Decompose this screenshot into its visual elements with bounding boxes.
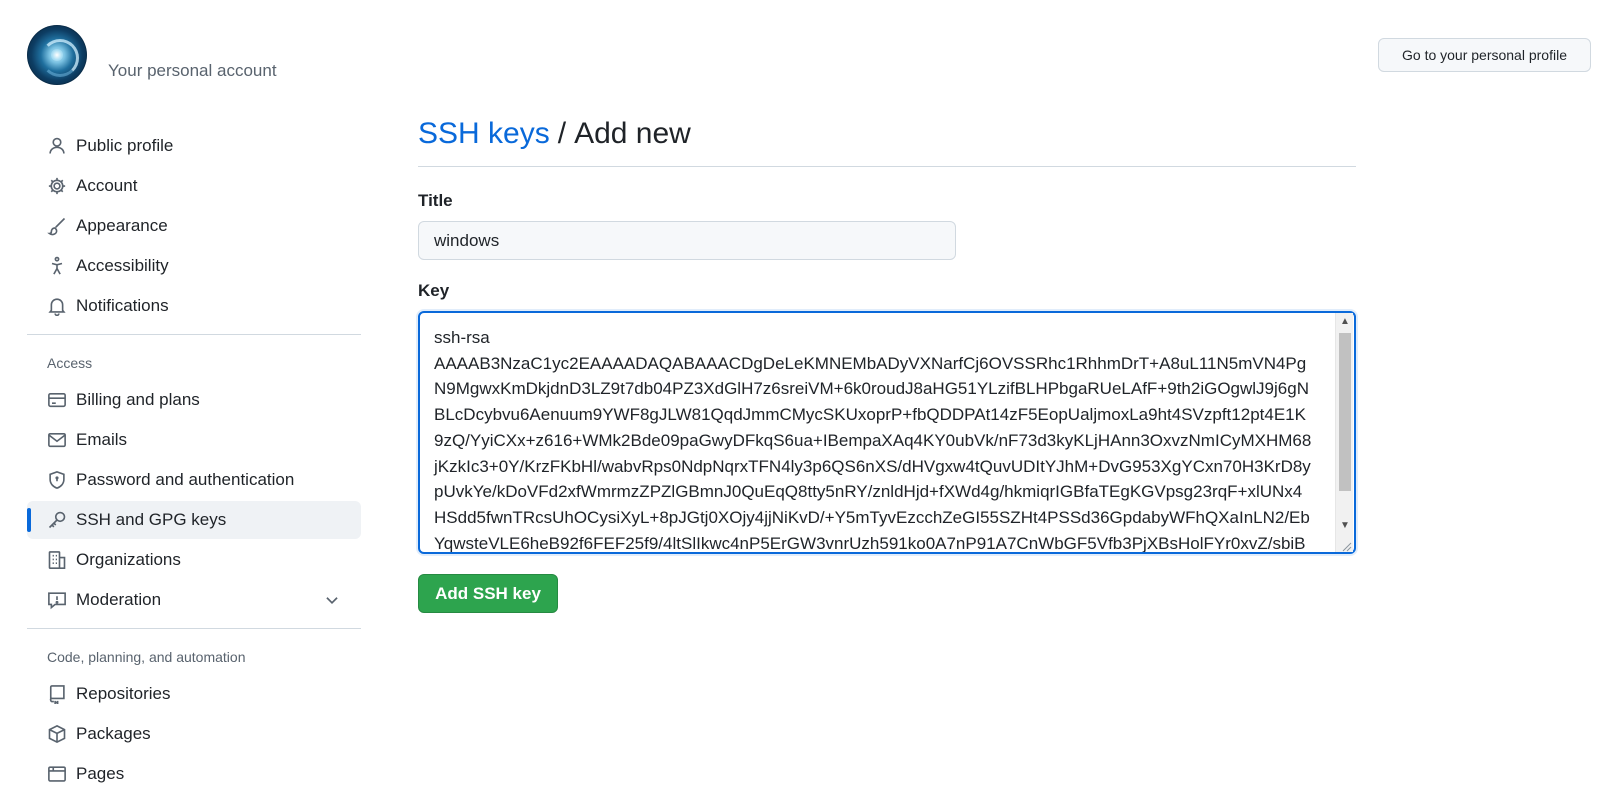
sidebar-item-billing[interactable]: Billing and plans — [27, 381, 361, 419]
sidebar-item-pages[interactable]: Pages — [27, 755, 361, 793]
sidebar-item-repositories[interactable]: Repositories — [27, 675, 361, 713]
sidebar-item-moderation[interactable]: Moderation — [27, 581, 361, 619]
sidebar-item-label: Billing and plans — [76, 390, 200, 409]
key-icon — [47, 510, 67, 530]
sidebar-item-label: Appearance — [76, 216, 168, 235]
accessibility-icon — [47, 256, 67, 276]
page-title: SSH keys / Add new — [418, 115, 1356, 167]
sidebar-divider — [27, 628, 361, 629]
mail-icon — [47, 430, 67, 450]
sidebar-item-label: Moderation — [76, 590, 162, 609]
organization-icon — [47, 550, 67, 570]
sidebar-item-notifications[interactable]: Notifications — [27, 287, 361, 325]
avatar[interactable] — [27, 25, 87, 85]
scroll-down-icon[interactable]: ▼ — [1339, 520, 1351, 532]
sidebar-item-organizations[interactable]: Organizations — [27, 541, 361, 579]
title-input[interactable] — [418, 221, 956, 260]
sidebar-item-label: Emails — [76, 430, 128, 449]
sidebar-item-emails[interactable]: Emails — [27, 421, 361, 459]
sidebar-section-code: Code, planning, and automation — [47, 649, 246, 665]
key-label: Key — [418, 281, 450, 300]
shield-lock-icon — [47, 470, 67, 490]
account-label: Your personal account — [108, 61, 277, 80]
credit-card-icon — [47, 390, 67, 410]
settings-sidebar: Public profile Account Appearance Access… — [27, 127, 361, 795]
key-textarea-scrollbar[interactable]: ▲ ▼ — [1335, 313, 1353, 552]
sidebar-item-ssh-gpg-keys[interactable]: SSH and GPG keys — [27, 501, 361, 539]
breadcrumb-current: Add new — [574, 117, 691, 150]
sidebar-item-appearance[interactable]: Appearance — [27, 207, 361, 245]
bell-icon — [47, 296, 67, 316]
package-icon — [47, 724, 67, 744]
title-label: Title — [418, 191, 453, 210]
chevron-down-icon[interactable] — [323, 591, 341, 609]
sidebar-item-label: Pages — [76, 764, 125, 783]
sidebar-item-password-auth[interactable]: Password and authentication — [27, 461, 361, 499]
breadcrumb-separator: / — [557, 117, 567, 150]
repo-icon — [47, 684, 67, 704]
sidebar-item-label: Organizations — [76, 550, 181, 569]
sidebar-item-packages[interactable]: Packages — [27, 715, 361, 753]
browser-icon — [47, 764, 67, 784]
gear-icon — [47, 176, 67, 196]
scroll-thumb[interactable] — [1339, 333, 1351, 491]
sidebar-item-label: Public profile — [76, 136, 174, 155]
person-icon — [47, 136, 67, 156]
sidebar-item-label: Password and authentication — [76, 470, 295, 489]
sidebar-item-public-profile[interactable]: Public profile — [27, 127, 361, 165]
main-content: SSH keys / Add new Title Key ssh-rsa AAA… — [418, 115, 1356, 613]
sidebar-item-label: Repositories — [76, 684, 171, 703]
paintbrush-icon — [47, 216, 67, 236]
sidebar-section-access: Access — [47, 355, 93, 371]
resize-grip-icon[interactable] — [1340, 539, 1352, 552]
sidebar-divider — [27, 334, 361, 335]
scroll-up-icon[interactable]: ▲ — [1339, 316, 1351, 328]
sidebar-item-label: Account — [76, 176, 138, 195]
sidebar-item-label: Accessibility — [76, 256, 169, 275]
go-to-profile-button[interactable]: Go to your personal profile — [1378, 38, 1591, 72]
sidebar-item-label: SSH and GPG keys — [76, 510, 227, 529]
sidebar-item-label: Packages — [76, 724, 151, 743]
key-textarea[interactable]: ssh-rsa AAAAB3NzaC1yc2EAAAADAQABAAACDgDe… — [418, 311, 1356, 554]
sidebar-item-accessibility[interactable]: Accessibility — [27, 247, 361, 285]
report-icon — [47, 590, 67, 610]
sidebar-item-label: Notifications — [76, 296, 169, 315]
add-ssh-key-button[interactable]: Add SSH key — [418, 574, 558, 613]
sidebar-item-account[interactable]: Account — [27, 167, 361, 205]
breadcrumb-ssh-keys-link[interactable]: SSH keys — [418, 117, 550, 151]
